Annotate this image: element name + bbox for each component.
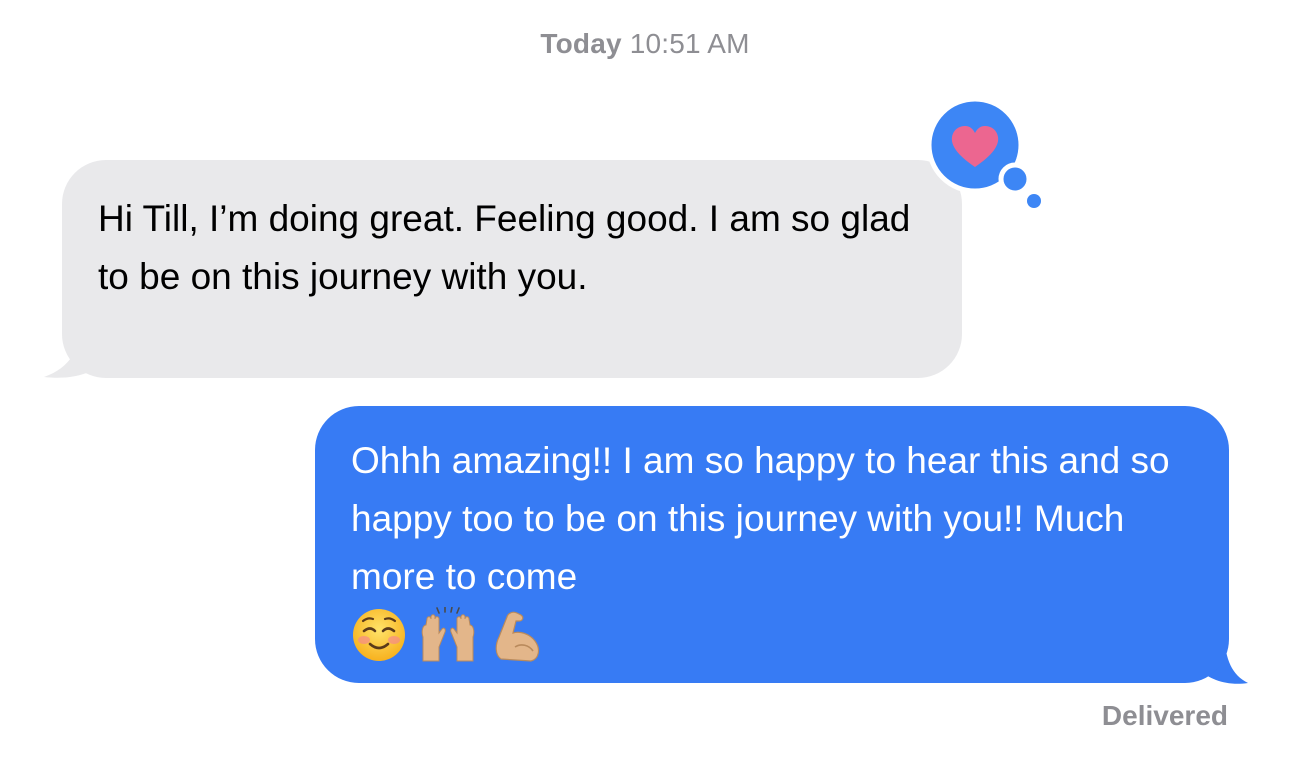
message-timestamp: Today 10:51 AM — [0, 28, 1290, 60]
smiling-face-icon — [353, 609, 405, 661]
raising-hands-icon — [421, 607, 475, 662]
sent-message-text: Ohhh amazing!! I am so happy to hear thi… — [351, 440, 1170, 597]
timestamp-time: 10:51 AM — [629, 28, 750, 59]
timestamp-day: Today — [540, 28, 622, 59]
sent-message-bubble[interactable]: Ohhh amazing!! I am so happy to hear thi… — [315, 406, 1229, 683]
flexed-biceps-icon — [495, 611, 540, 662]
received-message-bubble[interactable]: Hi Till, I’m doing great. Feeling good. … — [62, 160, 962, 378]
tapback-heart-reaction[interactable] — [924, 93, 1049, 218]
sent-message-emojis — [351, 606, 1199, 664]
received-message-text: Hi Till, I’m doing great. Feeling good. … — [98, 198, 911, 297]
delivery-status: Delivered — [1101, 700, 1228, 731]
